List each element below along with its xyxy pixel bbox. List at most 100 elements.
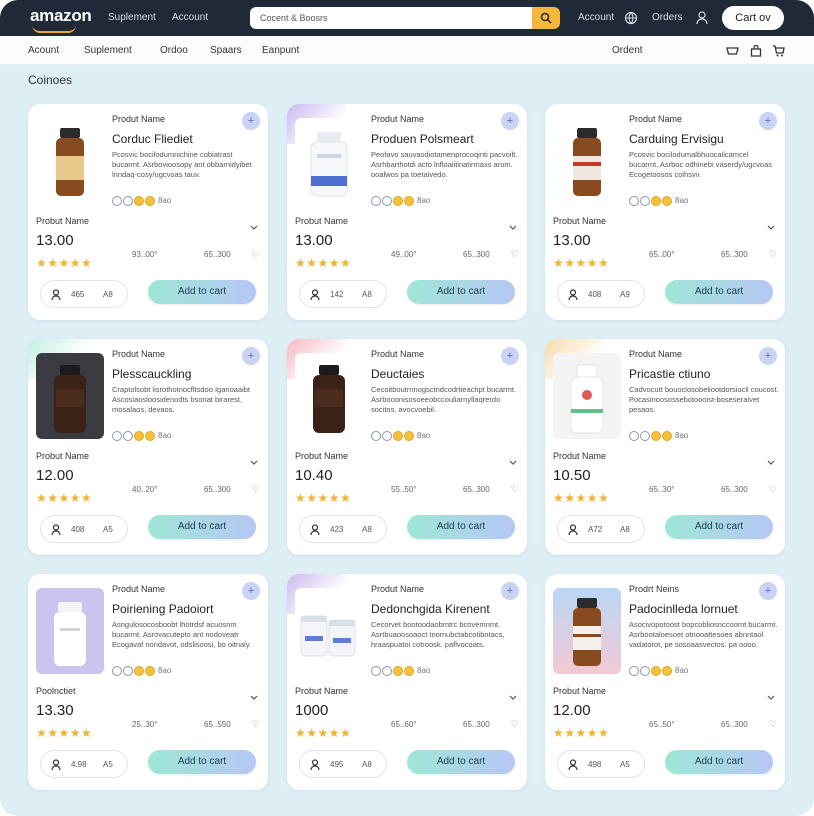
quantity-control[interactable]: 495 A8 <box>299 750 387 778</box>
swatch-icon[interactable] <box>662 665 672 676</box>
chevron-down-icon[interactable] <box>767 218 775 236</box>
swatch-icon[interactable] <box>629 430 639 441</box>
product-image[interactable] <box>553 588 621 674</box>
add-to-cart-button[interactable]: Add to cart <box>665 280 773 304</box>
swatch-icon[interactable] <box>629 195 639 206</box>
search-input[interactable] <box>250 7 532 29</box>
product-image[interactable] <box>295 353 363 439</box>
cart-icon[interactable] <box>772 44 785 62</box>
plus-icon[interactable]: + <box>242 347 260 365</box>
quantity-control[interactable]: 498 A5 <box>557 750 645 778</box>
quantity-control[interactable]: 423 A8 <box>299 515 387 543</box>
swatch-icon[interactable] <box>382 665 392 676</box>
heart-icon[interactable]: ♡ <box>769 719 777 730</box>
color-swatches[interactable]: 8ao <box>112 427 171 441</box>
swatch-icon[interactable] <box>145 665 155 676</box>
quantity-control[interactable]: 408 A5 <box>40 515 128 543</box>
cart-button[interactable]: Cart ov <box>722 6 784 30</box>
quantity-control[interactable]: 4.98 A5 <box>40 750 128 778</box>
swatch-icon[interactable] <box>123 665 133 676</box>
subnav-orders[interactable]: Ordoo <box>160 45 188 56</box>
chevron-down-icon[interactable] <box>767 688 775 706</box>
product-title[interactable]: Poiriening Padoiort <box>112 602 213 616</box>
chevron-down-icon[interactable] <box>509 453 517 471</box>
swatch-icon[interactable] <box>371 430 381 441</box>
swatch-icon[interactable] <box>651 430 661 441</box>
swatch-icon[interactable] <box>640 430 650 441</box>
product-card[interactable]: + Produt Name Dedonchgida Kirenent Cecorvet… <box>287 574 527 790</box>
subnav-eanpunt[interactable]: Eanpunt <box>262 45 299 56</box>
swatch-icon[interactable] <box>393 195 403 206</box>
search-button[interactable] <box>532 7 560 29</box>
quantity-control[interactable]: 465 A8 <box>40 280 128 308</box>
chevron-down-icon[interactable] <box>767 453 775 471</box>
chevron-down-icon[interactable] <box>250 688 258 706</box>
nav-link-supplement[interactable]: Suplement <box>108 12 156 23</box>
swatch-icon[interactable] <box>371 195 381 206</box>
product-title[interactable]: Deuctaies <box>371 367 424 381</box>
heart-icon[interactable]: ♡ <box>769 484 777 495</box>
product-image[interactable] <box>295 588 363 674</box>
heart-icon[interactable]: ♡ <box>511 484 519 495</box>
swatch-icon[interactable] <box>651 195 661 206</box>
tag-icon[interactable] <box>726 44 739 62</box>
nav-link-account[interactable]: Account <box>172 12 208 23</box>
swatch-icon[interactable] <box>112 665 122 676</box>
product-card[interactable]: + Produt Name Carduing Ervisigu Pcosvic boc… <box>545 104 785 320</box>
product-image[interactable] <box>553 353 621 439</box>
chevron-down-icon[interactable] <box>250 218 258 236</box>
plus-icon[interactable]: + <box>759 347 777 365</box>
quantity-control[interactable]: 408 A9 <box>557 280 645 308</box>
color-swatches[interactable]: 8ao <box>371 662 430 676</box>
subnav-ordent[interactable]: Ordent <box>612 45 643 56</box>
product-image[interactable] <box>295 118 363 204</box>
amazon-logo[interactable]: amazon <box>30 6 92 26</box>
heart-icon[interactable]: ♡ <box>769 249 777 260</box>
color-swatches[interactable]: 8ao <box>629 662 688 676</box>
add-to-cart-button[interactable]: Add to cart <box>665 515 773 539</box>
swatch-icon[interactable] <box>404 665 414 676</box>
plus-icon[interactable]: + <box>501 582 519 600</box>
add-to-cart-button[interactable]: Add to cart <box>665 750 773 774</box>
plus-icon[interactable]: + <box>759 112 777 130</box>
swatch-icon[interactable] <box>134 430 144 441</box>
subnav-spaars[interactable]: Spaars <box>210 45 242 56</box>
globe-icon[interactable] <box>624 11 638 30</box>
product-title[interactable]: Corduc Fliediet <box>112 132 193 146</box>
product-image[interactable] <box>36 353 104 439</box>
plus-icon[interactable]: + <box>501 347 519 365</box>
color-swatches[interactable]: 8ao <box>112 192 171 206</box>
color-swatches[interactable]: 8ao <box>112 662 171 676</box>
quantity-control[interactable]: A72 A8 <box>557 515 645 543</box>
swatch-icon[interactable] <box>134 665 144 676</box>
color-swatches[interactable]: 8ao <box>629 427 688 441</box>
subnav-account[interactable]: Acount <box>28 45 59 56</box>
color-swatches[interactable]: 8ao <box>629 192 688 206</box>
chevron-down-icon[interactable] <box>509 688 517 706</box>
swatch-icon[interactable] <box>651 665 661 676</box>
swatch-icon[interactable] <box>662 195 672 206</box>
swatch-icon[interactable] <box>404 195 414 206</box>
swatch-icon[interactable] <box>640 665 650 676</box>
color-swatches[interactable]: 8ao <box>371 192 430 206</box>
heart-icon[interactable]: ♡ <box>252 719 260 730</box>
chevron-down-icon[interactable] <box>250 453 258 471</box>
swatch-icon[interactable] <box>629 665 639 676</box>
bag-icon[interactable] <box>750 44 762 62</box>
swatch-icon[interactable] <box>393 430 403 441</box>
heart-icon[interactable]: ♡ <box>511 719 519 730</box>
product-card[interactable]: + Produt Name Produen Polsmeart Peofavo sau… <box>287 104 527 320</box>
subnav-supplement[interactable]: Suplement <box>84 45 132 56</box>
product-card[interactable]: + Produt Name Poiriening Padoiort Asnguloso… <box>28 574 268 790</box>
swatch-icon[interactable] <box>123 195 133 206</box>
swatch-icon[interactable] <box>393 665 403 676</box>
swatch-icon[interactable] <box>640 195 650 206</box>
heart-icon[interactable]: ♡ <box>511 249 519 260</box>
top-link-orders[interactable]: Orders <box>652 12 683 23</box>
swatch-icon[interactable] <box>371 665 381 676</box>
product-card[interactable]: + Produt Name Corduc Fliediet Pcosvic bocil… <box>28 104 268 320</box>
product-card[interactable]: + Produt Name Pricastie ctiuno Cadvocutt bo… <box>545 339 785 555</box>
product-image[interactable] <box>36 118 104 204</box>
heart-icon[interactable]: ♡ <box>252 249 260 260</box>
plus-icon[interactable]: + <box>242 582 260 600</box>
